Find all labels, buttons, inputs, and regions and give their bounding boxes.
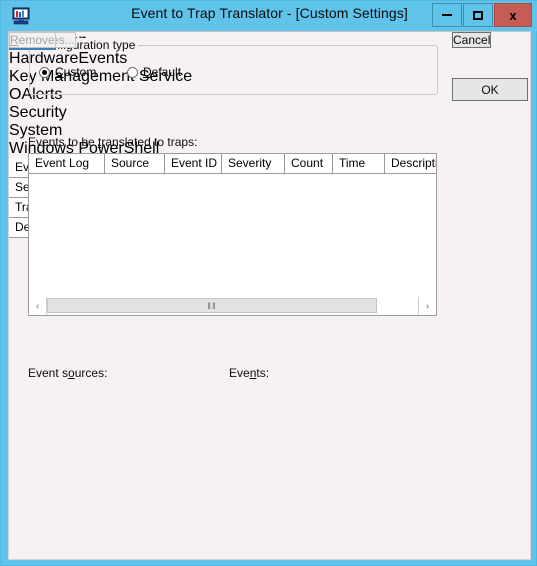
remove-button[interactable]: Remove (9, 32, 56, 48)
scroll-left-arrow-icon[interactable]: ‹ (29, 297, 47, 315)
column-header[interactable]: Description (385, 154, 436, 174)
radio-custom-mark (39, 67, 50, 78)
events-label: Events: (229, 366, 270, 380)
scrollbar-thumb[interactable]: ‖‖ (47, 298, 377, 313)
ok-button[interactable]: OK (452, 78, 528, 101)
radio-default-mark (127, 67, 138, 78)
translated-events-body[interactable] (29, 174, 436, 297)
minimize-button[interactable] (432, 3, 462, 27)
column-header[interactable]: Count (285, 154, 333, 174)
tree-item[interactable]: Security (9, 104, 530, 122)
events-to-be-translated-label: Events to be translated to traps: (28, 135, 198, 149)
close-icon: x (509, 7, 517, 23)
column-header[interactable]: Source (105, 154, 165, 174)
radio-default[interactable]: Default (127, 65, 181, 79)
cancel-button[interactable]: Cancel (452, 32, 492, 48)
maximize-button[interactable] (463, 3, 493, 27)
computer-monitor-icon (12, 7, 30, 25)
dialog-client-area: Configuration type Custom Default Events… (8, 31, 531, 560)
translated-events-list[interactable]: Event Log Source Event ID Severity Count Time… (28, 153, 437, 298)
application-window: Event to Trap Translator - [Custom Setti… (0, 0, 537, 566)
tree-item-label: Security (9, 104, 67, 121)
column-header[interactable]: Time (333, 154, 385, 174)
horizontal-scrollbar[interactable]: ‹ ‖‖ › (28, 297, 437, 316)
radio-custom[interactable]: Custom (39, 65, 96, 79)
maximize-icon (473, 10, 483, 20)
column-header[interactable]: Event Log (29, 154, 105, 174)
translated-events-header: Event Log Source Event ID Severity Count Time… (29, 154, 436, 174)
column-header[interactable]: Event ID (165, 154, 222, 174)
scrollbar-track[interactable]: ‖‖ (47, 297, 418, 315)
minimize-icon (442, 14, 452, 16)
close-button[interactable]: x (494, 3, 532, 27)
event-sources-label: Event sources: (28, 366, 108, 380)
scroll-right-arrow-icon[interactable]: › (418, 297, 436, 315)
title-bar[interactable]: Event to Trap Translator - [Custom Setti… (1, 1, 537, 31)
column-header[interactable]: Severity (222, 154, 285, 174)
